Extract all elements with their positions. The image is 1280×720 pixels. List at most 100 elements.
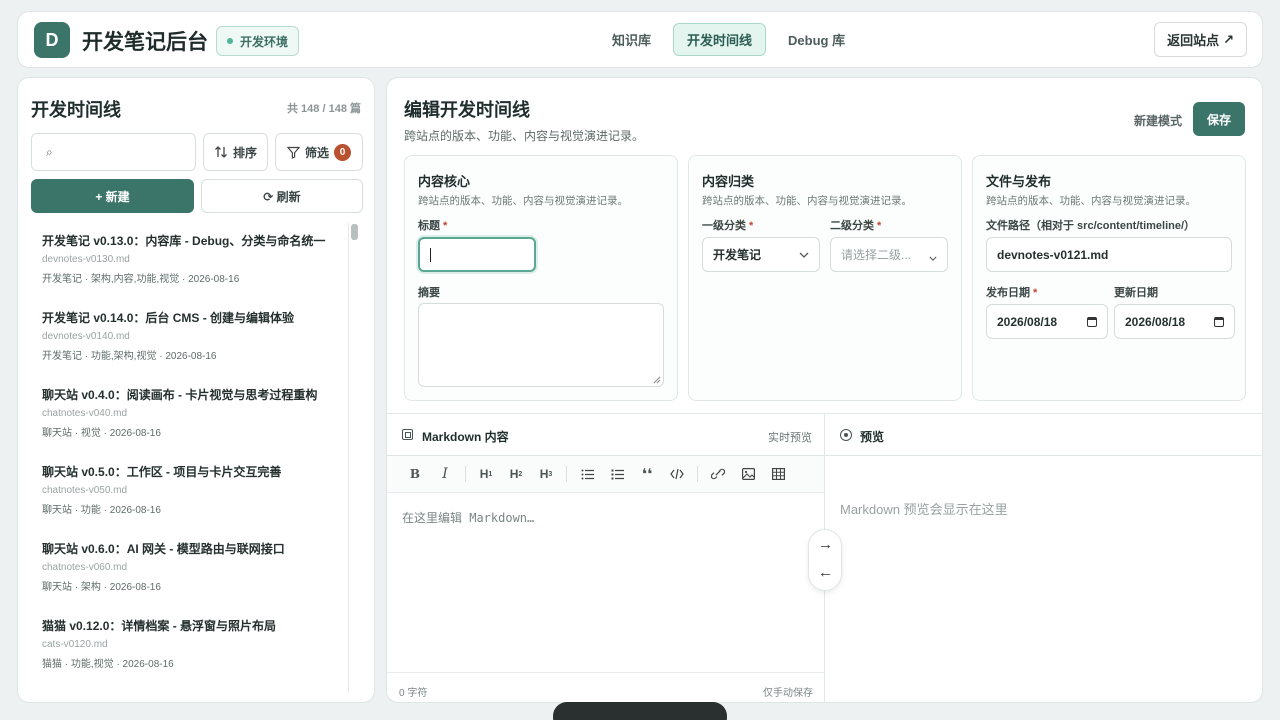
filter-count-badge: 0 — [334, 143, 351, 161]
content-core-card: 内容核心 跨站点的版本、功能、内容与视觉演进记录。 标题 * 摘要 — [404, 155, 678, 401]
level2-placeholder: 请选择二级... — [841, 248, 912, 262]
bottom-dock[interactable] — [553, 702, 727, 720]
preview-icon — [840, 429, 852, 441]
link-button[interactable] — [703, 459, 733, 489]
item-filename: chatnotes-v050.md — [42, 485, 128, 496]
preview-empty-text: Markdown 预览会显示在这里 — [840, 502, 1008, 517]
back-to-site-button[interactable]: 返回站点 ↗ — [1154, 22, 1247, 57]
app-logo[interactable]: D — [34, 22, 70, 58]
card-subtitle: 跨站点的版本、功能、内容与视觉演进记录。 — [702, 195, 912, 207]
list-item[interactable]: 聊天站 v0.6.0：AI 网关 - 模型路由与联网接口 chatnotes-v… — [18, 531, 348, 608]
arrow-right-icon[interactable]: → — [818, 536, 833, 553]
environment-badge: 开发环境 — [216, 26, 300, 56]
item-meta: 聊天站 · 功能 · 2026-08-16 — [42, 505, 161, 516]
image-button[interactable] — [733, 459, 763, 489]
item-title: 聊天站 v0.4.0：阅读画布 - 卡片视觉与思考过程重构 — [42, 388, 318, 402]
publish-date-value: 2026/08/18 — [997, 314, 1058, 329]
list-scrollbar[interactable] — [348, 223, 361, 693]
list-item[interactable]: 开发笔记 v0.13.0：内容库 - Debug、分类与命名统一 devnote… — [18, 223, 348, 300]
title-label-text: 标题 — [418, 220, 440, 232]
calendar-icon[interactable] — [1087, 316, 1097, 327]
list-item[interactable]: 猫猫 v0.12.0：详情档案 - 悬浮窗与照片布局 cats-v0120.md… — [18, 608, 348, 685]
main-nav: 知识库 开发时间线 Debug 库 — [598, 23, 859, 56]
filter-button[interactable]: 筛选 0 — [275, 133, 363, 171]
markdown-header: Markdown 内容 实时预览 — [387, 414, 824, 456]
heading1-button[interactable]: H1 — [471, 459, 501, 489]
item-meta: 开发笔记 · 功能,架构,视觉 · 2026-08-16 — [42, 351, 217, 362]
tab-dev-timeline[interactable]: 开发时间线 — [673, 23, 767, 56]
publish-label-text: 发布日期 — [986, 287, 1030, 299]
text-caret — [430, 248, 431, 262]
bold-button[interactable]: B — [400, 459, 430, 489]
list-item[interactable]: 聊天站 v0.5.0：工作区 - 项目与卡片交互完善 chatnotes-v05… — [18, 454, 348, 531]
markdown-toolbar: B I H1 H2 H3 ❛❛ — [387, 456, 824, 493]
required-mark: * — [443, 220, 448, 232]
table-button[interactable] — [763, 459, 793, 489]
item-filename: devnotes-v0140.md — [42, 331, 130, 342]
list-item[interactable]: 聊天站 v0.4.0：阅读画布 - 卡片视觉与思考过程重构 chatnotes-… — [18, 377, 348, 454]
heading2-button[interactable]: H2 — [501, 459, 531, 489]
item-title: 开发笔记 v0.14.0：后台 CMS - 创建与编辑体验 — [42, 311, 295, 325]
arrow-left-icon[interactable]: ← — [818, 564, 833, 581]
chevron-down-icon — [799, 252, 809, 258]
level1-select[interactable]: 开发笔记 — [702, 237, 820, 272]
code-button[interactable] — [662, 459, 692, 489]
bullet-list-icon — [581, 469, 594, 479]
summary-textarea[interactable] — [418, 303, 664, 387]
char-count: 0 字符 — [399, 688, 428, 699]
table-icon — [771, 468, 785, 480]
resize-handle-icon[interactable] — [653, 376, 661, 384]
italic-button[interactable]: I — [430, 459, 460, 489]
status-dot-icon — [227, 38, 233, 44]
external-link-icon: ↗ — [1223, 31, 1234, 47]
file-path-input[interactable]: devnotes-v0121.md — [986, 237, 1232, 272]
markdown-section: Markdown 内容 实时预览 B I H1 H2 H3 ❛❛ 在这里编辑 M… — [387, 413, 1262, 702]
summary-field-label: 摘要 — [418, 287, 440, 299]
level2-label-text: 二级分类 — [830, 220, 874, 232]
markdown-icon — [402, 429, 413, 440]
heading3-button[interactable]: H3 — [531, 459, 561, 489]
update-date-label: 更新日期 — [1114, 287, 1158, 299]
sort-icon — [215, 146, 227, 158]
publish-date-input[interactable]: 2026/08/18 — [986, 304, 1108, 339]
save-button[interactable]: 保存 — [1193, 102, 1245, 136]
card-subtitle: 跨站点的版本、功能、内容与视觉演进记录。 — [986, 195, 1196, 207]
card-title: 内容归类 — [702, 174, 755, 189]
item-title: 聊天站 v0.5.0：工作区 - 项目与卡片交互完善 — [42, 465, 282, 479]
title-field-label: 标题 * — [418, 217, 447, 233]
toolbar-divider — [566, 466, 567, 482]
file-publish-card: 文件与发布 跨站点的版本、功能、内容与视觉演进记录。 文件路径（相对于 src/… — [972, 155, 1246, 401]
card-title: 文件与发布 — [986, 174, 1052, 189]
level2-select[interactable]: 请选择二级... — [830, 237, 948, 272]
calendar-icon[interactable] — [1214, 316, 1224, 327]
title-input[interactable] — [418, 237, 536, 272]
list-item[interactable]: 开发笔记 v0.14.0：后台 CMS - 创建与编辑体验 devnotes-v… — [18, 300, 348, 377]
item-meta: 聊天站 · 架构 · 2026-08-16 — [42, 582, 161, 593]
item-filename: chatnotes-v060.md — [42, 562, 128, 573]
image-icon — [741, 468, 755, 480]
toolbar-divider — [465, 466, 466, 482]
scroll-sync-toggle[interactable]: → ← — [808, 529, 842, 591]
item-filename: cats-v0120.md — [42, 639, 108, 650]
panel-title: 开发时间线 — [31, 100, 121, 120]
tab-debug-library[interactable]: Debug 库 — [774, 23, 859, 56]
item-filename: devnotes-v0130.md — [42, 254, 130, 265]
quote-button[interactable]: ❛❛ — [632, 459, 662, 489]
new-entry-button[interactable]: + 新建 — [31, 179, 194, 213]
tab-knowledge-base[interactable]: 知识库 — [598, 23, 665, 56]
update-date-input[interactable]: 2026/08/18 — [1114, 304, 1235, 339]
list-scrollbar-thumb[interactable] — [351, 224, 358, 240]
bullet-list-button[interactable] — [572, 459, 602, 489]
filter-label: 筛选 — [304, 145, 329, 160]
sort-button[interactable]: 排序 — [203, 133, 268, 171]
search-box[interactable]: ⌕ — [31, 133, 196, 171]
level1-value: 开发笔记 — [713, 248, 762, 262]
markdown-editor-pane: Markdown 内容 实时预览 B I H1 H2 H3 ❛❛ 在这里编辑 M… — [387, 414, 825, 702]
preview-header: 预览 — [825, 414, 1262, 456]
item-meta: 开发笔记 · 架构,内容,功能,视觉 · 2026-08-16 — [42, 274, 240, 285]
search-input[interactable] — [58, 145, 179, 159]
ordered-list-button[interactable] — [602, 459, 632, 489]
chevron-down-icon — [929, 256, 937, 261]
refresh-button[interactable]: ⟳ 刷新 — [201, 179, 363, 213]
markdown-textarea[interactable]: 在这里编辑 Markdown… — [402, 509, 534, 526]
